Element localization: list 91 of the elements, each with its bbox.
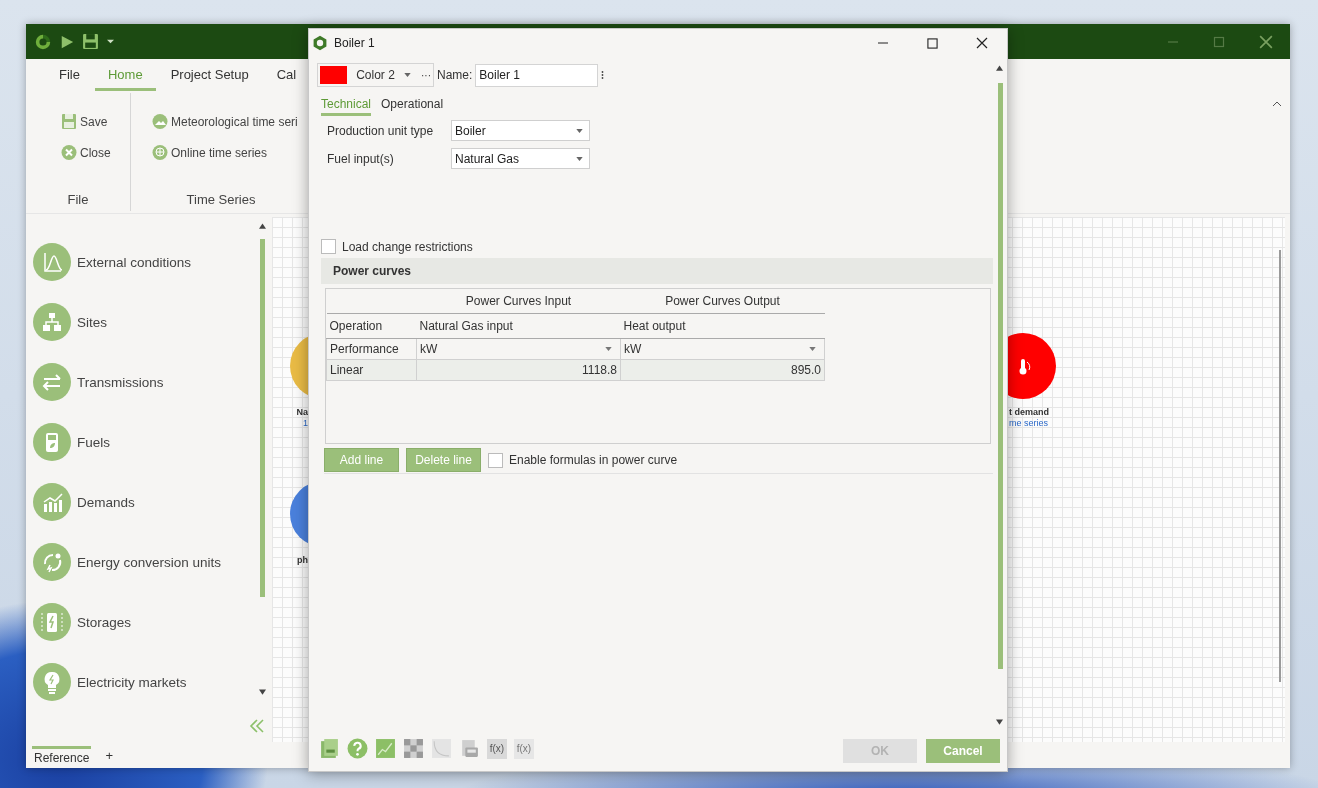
- field-label: Production unit type: [327, 123, 435, 138]
- column-header: Natural Gas input: [416, 313, 621, 339]
- battery-icon: [33, 603, 71, 641]
- device-icon: [33, 423, 71, 461]
- globe-icon: [152, 144, 168, 161]
- landscape-icon: [152, 113, 168, 130]
- dialog-title: Boiler 1: [334, 36, 375, 50]
- formula-button[interactable]: f(x): [514, 738, 534, 759]
- sheet-tab[interactable]: Reference: [32, 745, 92, 765]
- more-button[interactable]: ···: [421, 69, 431, 81]
- node-label: me series: [1009, 418, 1048, 428]
- sidebar-item[interactable]: Fuels: [33, 412, 110, 472]
- section-header: Power curves: [321, 258, 993, 284]
- caret-icon: [809, 347, 816, 351]
- ribbon-button[interactable]: Close: [61, 144, 120, 161]
- caret-icon[interactable]: [107, 38, 114, 45]
- node-label: Na: [296, 407, 308, 417]
- logo-icon: [312, 35, 328, 51]
- caret-icon: [576, 128, 583, 133]
- checkbox[interactable]: [321, 239, 336, 254]
- ribbon-button[interactable]: Save: [61, 113, 120, 130]
- sidebar-item[interactable]: Sites: [33, 292, 107, 352]
- save-icon[interactable]: [82, 33, 99, 50]
- menu-tab[interactable]: Project Setup: [157, 67, 262, 91]
- more-options-icon[interactable]: [601, 70, 605, 80]
- menu-tab[interactable]: Cal: [263, 67, 310, 91]
- swap-arrows-icon: [33, 363, 71, 401]
- node-label: t demand: [1009, 407, 1049, 417]
- menu-tab[interactable]: File: [46, 67, 93, 91]
- save-icon: [61, 113, 77, 130]
- caret-icon: [605, 347, 612, 351]
- sidebar-item[interactable]: Electricity markets: [33, 652, 187, 712]
- caret-icon: [576, 156, 583, 161]
- sidebar-item[interactable]: Transmissions: [33, 352, 164, 412]
- play-icon[interactable]: [60, 33, 74, 50]
- ribbon-button[interactable]: Online time series: [152, 144, 301, 161]
- sidebar-item[interactable]: Energy conversion units: [33, 532, 222, 592]
- cycle-icon: [33, 543, 71, 581]
- name-label: Name:: [437, 68, 473, 82]
- dropdown[interactable]: Natural Gas: [451, 148, 590, 169]
- lightbulb-icon: [33, 663, 71, 701]
- table-cell: Performance: [326, 338, 417, 360]
- name-field[interactable]: Boiler 1: [475, 63, 599, 87]
- color-picker[interactable]: Color 2 ···: [317, 63, 434, 87]
- sidebar-item[interactable]: Storages: [33, 592, 132, 652]
- sidebar-item[interactable]: Demands: [33, 472, 135, 532]
- scroll-down-icon[interactable]: [259, 689, 266, 695]
- collapse-ribbon-icon[interactable]: [1272, 101, 1282, 107]
- checkerboard-icon[interactable]: [403, 738, 424, 759]
- node-label: ph: [297, 555, 308, 565]
- formula-button[interactable]: f(x): [487, 738, 507, 759]
- help-icon[interactable]: [347, 738, 368, 759]
- column-header: Heat output: [620, 313, 825, 339]
- scroll-up-icon[interactable]: [996, 65, 1003, 71]
- scroll-thumb[interactable]: [260, 239, 265, 597]
- hierarchy-icon: [33, 303, 71, 341]
- group-label: Time Series: [185, 192, 257, 209]
- scroll-bar[interactable]: [1279, 250, 1281, 682]
- column-header: Operation: [326, 313, 417, 339]
- column-group-header: Power Curves Output: [620, 289, 825, 314]
- unit-dropdown[interactable]: kW: [416, 338, 621, 360]
- logo-icon[interactable]: [34, 32, 52, 51]
- checkbox-label: Enable formulas in power curve: [509, 453, 678, 467]
- dropdown[interactable]: Boiler: [451, 120, 590, 141]
- close-icon: [61, 144, 77, 161]
- maximize-icon[interactable]: [927, 37, 938, 49]
- close-icon[interactable]: [976, 37, 988, 49]
- table-cell[interactable]: 1118.8: [416, 359, 621, 381]
- add-tab-button[interactable]: +: [105, 747, 113, 763]
- checkbox[interactable]: [488, 452, 503, 468]
- document-icon[interactable]: [319, 738, 340, 759]
- scroll-up-icon[interactable]: [259, 223, 266, 229]
- group-label: File: [66, 192, 90, 209]
- column-group-header: Power Curves Input: [416, 289, 621, 314]
- table-cell: Linear: [326, 359, 417, 381]
- printer-icon[interactable]: [459, 738, 480, 759]
- ribbon-button[interactable]: Meteorological time seri: [152, 113, 301, 130]
- line-chart-icon[interactable]: [375, 738, 396, 759]
- bar-chart-icon: [33, 483, 71, 521]
- bell-curve-icon: [33, 243, 71, 281]
- unit-dropdown[interactable]: kW: [620, 338, 825, 360]
- node-label: 1: [303, 418, 308, 428]
- scroll-down-icon[interactable]: [996, 719, 1003, 725]
- field-label: Fuel input(s): [327, 151, 395, 166]
- table-cell[interactable]: 895.0: [620, 359, 825, 381]
- scroll-thumb[interactable]: [998, 83, 1003, 669]
- collapse-panel-icon[interactable]: [249, 719, 265, 733]
- dialog-tab[interactable]: Operational: [381, 97, 444, 116]
- caret-icon: [404, 73, 411, 77]
- sidebar-item[interactable]: External conditions: [33, 232, 192, 292]
- checkbox-label: Load change restrictions: [342, 239, 473, 254]
